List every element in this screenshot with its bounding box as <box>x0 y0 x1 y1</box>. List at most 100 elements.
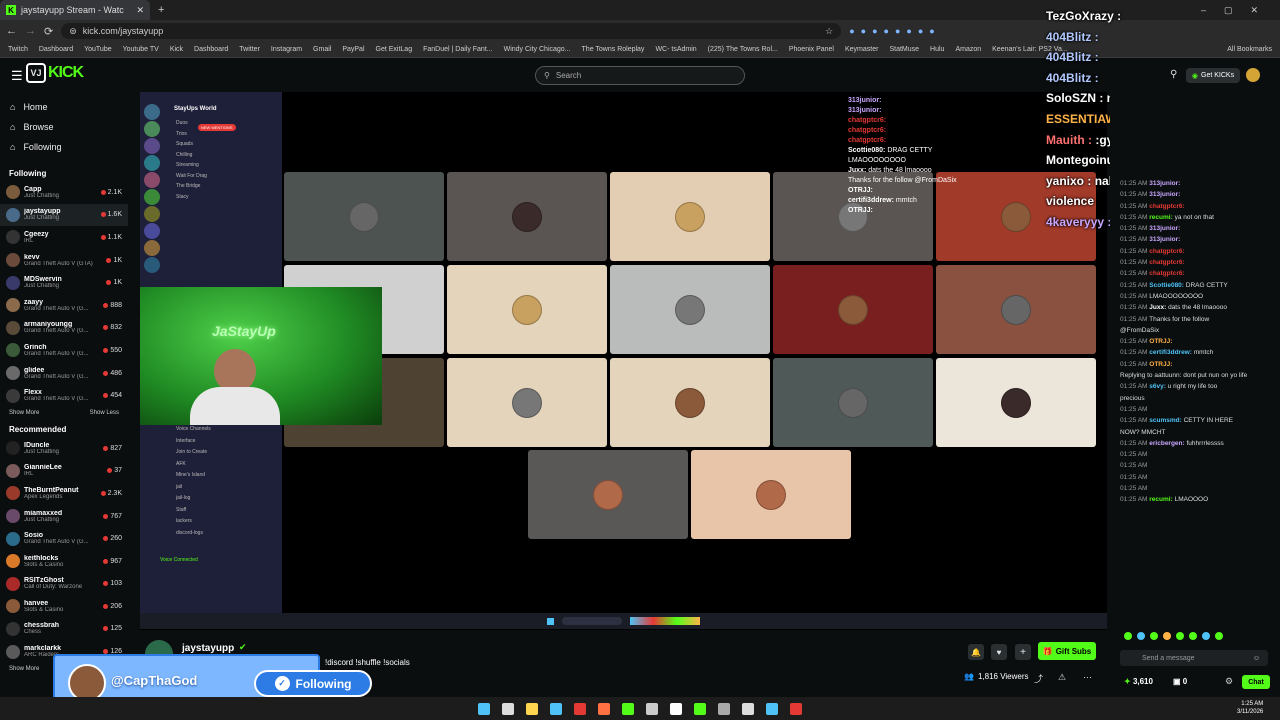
taskbar-app-icon[interactable] <box>622 702 634 715</box>
site-info-icon[interactable]: ⊜ <box>69 26 77 37</box>
streamer-name[interactable]: jaystayupp <box>182 643 234 654</box>
sidebar-channel[interactable]: hanvee Slots & Casino 206 <box>0 595 128 618</box>
sidebar-channel[interactable]: glidee Grand Theft Auto V (G... 486 <box>0 362 128 385</box>
emoji-icon[interactable]: ☺ <box>1253 655 1260 662</box>
report-icon[interactable]: ⚠ <box>1058 672 1066 683</box>
notification-bell-icon[interactable]: 🔔 <box>968 644 984 660</box>
taskbar-app-icon[interactable] <box>550 702 562 715</box>
chat-username[interactable]: Juxx: <box>1149 304 1166 311</box>
gift-subs-button[interactable]: 🎁 Gift Subs <box>1038 642 1096 660</box>
taskbar-app-icon[interactable] <box>718 702 730 715</box>
share-icon[interactable]: ⤴ <box>1034 672 1043 685</box>
chat-username[interactable]: chatgptcr6: <box>1149 270 1184 277</box>
sidebar-channel[interactable]: Capp Just Chatting 2.1K <box>0 181 128 204</box>
chat-username[interactable]: 313junior: <box>1149 236 1180 243</box>
show-less-button[interactable]: Show Less <box>90 410 119 416</box>
chat-username[interactable]: recumi: <box>1149 496 1172 503</box>
bookmark-item[interactable]: YouTube <box>84 46 112 53</box>
bookmark-item[interactable]: Youtube TV <box>123 46 159 53</box>
sidebar-channel[interactable]: Flexx Grand Theft Auto V (G... 454 <box>0 384 128 407</box>
forward-icon[interactable]: → <box>25 25 36 37</box>
chat-username[interactable]: 313junior: <box>1149 225 1180 232</box>
bookmark-item[interactable]: Gmail <box>313 46 331 53</box>
nav-following[interactable]: ⌂ Following <box>0 137 128 157</box>
add-icon[interactable]: + <box>1015 644 1031 660</box>
taskbar-app-icon[interactable] <box>502 702 514 715</box>
chat-username[interactable]: OTRJJ: <box>1149 338 1172 345</box>
sidebar-channel[interactable]: Cgeezy IRL 1.1K <box>0 226 128 249</box>
sidebar-channel[interactable]: chessbrah Chess 125 <box>0 618 128 641</box>
taskbar-app-icon[interactable] <box>694 702 706 715</box>
sidebar-channel[interactable]: IDuncle Just Chatting 827 <box>0 437 128 460</box>
back-icon[interactable]: ← <box>6 25 17 37</box>
nav-browse[interactable]: ⌂ Browse <box>0 117 128 137</box>
chat-username[interactable]: scumsmd: <box>1149 417 1182 424</box>
chat-username[interactable]: certifi3ddrew: <box>1149 349 1192 356</box>
bookmark-item[interactable]: PayPal <box>342 46 364 53</box>
chat-username[interactable]: 313junior: <box>1149 180 1180 187</box>
bookmark-item[interactable]: Keymaster <box>845 46 878 53</box>
favorite-heart-icon[interactable]: ♥ <box>991 644 1007 660</box>
chat-settings-icon[interactable]: ⚙ <box>1225 676 1233 687</box>
bookmark-item[interactable]: Twitch <box>8 46 28 53</box>
bookmark-item[interactable]: Hulu <box>930 46 944 53</box>
taskbar-app-icon[interactable] <box>478 702 490 715</box>
bookmark-item[interactable]: Dashboard <box>194 46 228 53</box>
bookmark-star-icon[interactable]: ☆ <box>825 26 833 37</box>
bookmark-item[interactable]: Phoenix Panel <box>789 46 834 53</box>
new-tab-icon[interactable]: + <box>158 4 164 16</box>
bookmark-item[interactable]: Instagram <box>271 46 302 53</box>
url-bar[interactable]: ⊜ kick.com/jaystayupp ☆ <box>61 23 842 39</box>
sidebar-channel[interactable]: RSITzGhost Call of Duty: Warzone 103 <box>0 573 128 596</box>
bookmark-item[interactable]: StatMuse <box>889 46 919 53</box>
taskbar-app-icon[interactable] <box>574 702 586 715</box>
bookmark-item[interactable]: FanDuel | Daily Fant... <box>423 46 493 53</box>
taskbar-app-icon[interactable] <box>670 702 682 715</box>
taskbar-app-icon[interactable] <box>790 702 802 715</box>
emote-bar[interactable] <box>1124 632 1270 642</box>
sidebar-channel[interactable]: zaayy Grand Theft Auto V (G... 888 <box>0 294 128 317</box>
sidebar-channel[interactable]: MDSwervin Just Chatting 1K <box>0 271 128 294</box>
chat-username[interactable]: s6vy: <box>1149 383 1166 390</box>
chat-username[interactable]: Scottie080: <box>1149 282 1184 289</box>
bookmark-item[interactable]: Kick <box>170 46 183 53</box>
bookmark-item[interactable]: The Towns Roleplay <box>582 46 645 53</box>
nav-home[interactable]: ⌂ Home <box>0 97 128 117</box>
site-logo[interactable]: VJ KICK <box>26 63 84 83</box>
sidebar-channel[interactable]: keithlocks Slots & Casino 967 <box>0 550 128 573</box>
menu-icon[interactable]: ☰ <box>11 68 23 84</box>
chat-username[interactable]: chatgptcr6: <box>1149 248 1184 255</box>
sidebar-channel[interactable]: armaniyoungg Grand Theft Auto V (G... 832 <box>0 317 128 340</box>
stream-video[interactable]: StayUps World NEW MENTIONS Duos Trios Squa… <box>140 92 1107 630</box>
chat-send-button[interactable]: Chat <box>1242 675 1270 689</box>
chat-input[interactable]: Send a message ☺ <box>1120 650 1268 666</box>
bookmark-item[interactable]: (225) The Towns Rol... <box>708 46 778 53</box>
chat-username[interactable]: chatgptcr6: <box>1149 203 1184 210</box>
sidebar-channel[interactable]: TheBurntPeanut Apex Legends 2.3K <box>0 482 128 505</box>
bookmark-item[interactable]: Twitter <box>239 46 260 53</box>
bookmark-item[interactable]: Windy City Chicago... <box>504 46 571 53</box>
sidebar-channel[interactable]: jaystayupp Just Chatting 1.6K <box>0 203 128 227</box>
taskbar-app-icon[interactable] <box>742 702 754 715</box>
browser-tab[interactable]: K jaystayupp Stream - Watc ✕ <box>0 0 150 20</box>
chat-username[interactable]: 313junior: <box>1149 191 1180 198</box>
sidebar-channel[interactable]: kevv Grand Theft Auto V (GTA) 1K <box>0 249 128 272</box>
bookmark-item[interactable]: WC- tsAdmin <box>655 46 696 53</box>
chat-username[interactable]: OTRJJ: <box>1149 361 1172 368</box>
chat-username[interactable]: chatgptcr6: <box>1149 259 1184 266</box>
bookmark-item[interactable]: Get ExitLag <box>376 46 413 53</box>
chat-username[interactable]: recumi: <box>1149 214 1172 221</box>
reload-icon[interactable]: ⟳ <box>44 25 53 38</box>
sidebar-channel[interactable]: GiannieLee IRL 37 <box>0 460 128 483</box>
taskbar-app-icon[interactable] <box>598 702 610 715</box>
taskbar-app-icon[interactable] <box>526 702 538 715</box>
sidebar-channel[interactable]: Grinch Grand Theft Auto V (G... 550 <box>0 339 128 362</box>
sidebar-channel[interactable]: Sosio Grand Theft Auto V (G... 260 <box>0 527 128 550</box>
extensions-icons[interactable]: ●●●●●●●● <box>849 26 941 36</box>
taskbar-app-icon[interactable] <box>646 702 658 715</box>
bookmark-item[interactable]: Dashboard <box>39 46 73 53</box>
more-options-icon[interactable]: ⋯ <box>1083 672 1092 683</box>
close-tab-icon[interactable]: ✕ <box>136 5 144 16</box>
chat-username[interactable]: ericbergen: <box>1149 440 1184 447</box>
search-input[interactable]: ⚲ Search <box>535 66 745 85</box>
